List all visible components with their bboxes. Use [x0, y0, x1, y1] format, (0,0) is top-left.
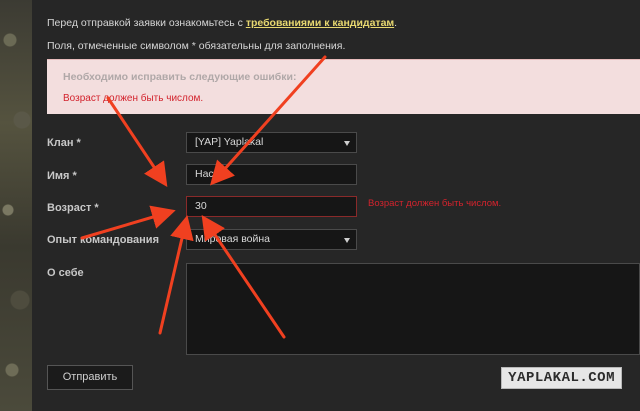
experience-label: Опыт командования: [47, 234, 159, 246]
experience-select[interactable]: Мировая война: [186, 229, 357, 250]
background-texture: [0, 0, 32, 411]
clan-label: Клан *: [47, 137, 81, 149]
age-input-value: 30: [195, 200, 207, 212]
submit-button[interactable]: Отправить: [47, 365, 133, 390]
notice-suffix: .: [394, 17, 398, 29]
chevron-down-icon: [344, 238, 350, 243]
application-form-panel: Перед отправкой заявки ознакомьтесь с тр…: [32, 0, 640, 411]
name-input[interactable]: Настя: [186, 164, 357, 185]
site-watermark: YAPLAKAL.COM: [501, 367, 622, 389]
name-input-value: Настя: [195, 168, 225, 180]
chevron-down-icon: [344, 141, 350, 146]
error-summary: Необходимо исправить следующие ошибки: В…: [47, 59, 640, 114]
requirements-notice: Перед отправкой заявки ознакомьтесь с тр…: [47, 17, 397, 29]
error-summary-message: Возраст должен быть числом.: [63, 93, 204, 104]
clan-select-value: [YAP] Yaplakal: [195, 136, 264, 148]
clan-select[interactable]: [YAP] Yaplakal: [186, 132, 357, 153]
requirements-link[interactable]: требованиями к кандидатам: [246, 17, 394, 29]
name-label: Имя *: [47, 170, 77, 182]
error-summary-title: Необходимо исправить следующие ошибки:: [63, 71, 297, 83]
about-label: О себе: [47, 267, 84, 279]
age-error-message: Возраст должен быть числом.: [368, 198, 502, 209]
about-textarea[interactable]: [186, 263, 640, 355]
age-input[interactable]: 30: [186, 196, 357, 217]
notice-prefix: Перед отправкой заявки ознакомьтесь с: [47, 17, 246, 29]
required-fields-note: Поля, отмеченные символом * обязательны …: [47, 40, 346, 52]
age-label: Возраст *: [47, 202, 99, 214]
experience-select-value: Мировая война: [195, 233, 270, 245]
